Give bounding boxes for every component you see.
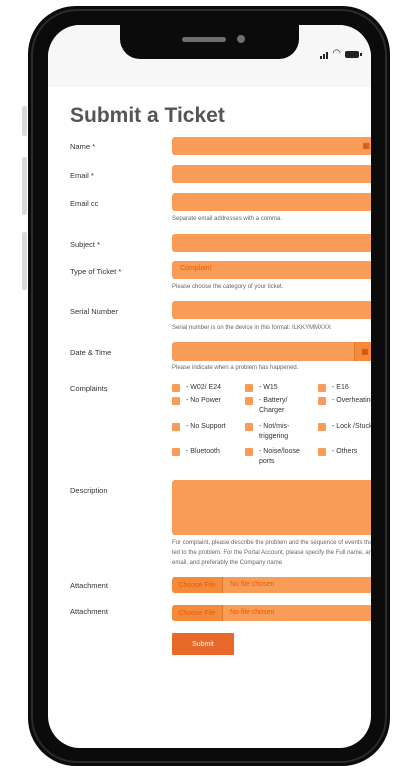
description-help: For complaint, please describe the probl… — [172, 540, 371, 566]
name-input[interactable]: ▦ — [172, 137, 371, 155]
checkbox[interactable] — [245, 384, 253, 392]
subject-input[interactable] — [172, 234, 371, 252]
checkbox[interactable] — [318, 423, 326, 431]
speaker-grill — [182, 37, 226, 42]
serial-input[interactable] — [172, 301, 371, 319]
battery-icon — [345, 51, 362, 58]
serial-help: Serial number is on the device in this f… — [172, 325, 332, 331]
checkbox[interactable] — [245, 397, 253, 405]
choose-file-button[interactable]: Choose File — [172, 577, 223, 593]
subject-label: Subject * — [70, 240, 101, 249]
checkbox[interactable] — [172, 384, 180, 392]
no-file-text: No file chosen — [230, 609, 275, 616]
attachment-input-2[interactable]: Choose File No file chosen — [172, 605, 371, 621]
complaints-label: Complaints — [70, 384, 108, 393]
wifi-icon: ◠ — [332, 48, 341, 59]
calendar-icon[interactable]: ▦ — [354, 342, 371, 361]
choose-file-button[interactable]: Choose File — [172, 605, 223, 621]
checkbox[interactable] — [318, 448, 326, 456]
signal-icon — [320, 52, 329, 59]
checkbox[interactable] — [172, 423, 180, 431]
date-help: Please indicate when a problem has happe… — [172, 365, 299, 371]
attachment-label-2: Attachment — [70, 607, 108, 616]
phone-screen: ◠ Submit a Ticket Name * ▦ Email * Email… — [48, 25, 371, 748]
type-help: Please choose the category of your ticke… — [172, 284, 284, 290]
camera-icon — [237, 35, 245, 43]
type-select[interactable]: Complaint — [172, 261, 371, 279]
phone-notch — [120, 25, 299, 59]
checkbox[interactable] — [318, 397, 326, 405]
type-selected-value: Complaint — [180, 265, 212, 272]
submit-button[interactable]: Submit — [172, 633, 234, 655]
contact-card-icon: ▦ — [362, 141, 370, 150]
attachment-input-1[interactable]: Choose File No file chosen — [172, 577, 371, 593]
attachment-label-1: Attachment — [70, 581, 108, 590]
checkbox[interactable] — [245, 423, 253, 431]
date-label: Date & Time — [70, 348, 112, 357]
name-label: Name * — [70, 142, 96, 151]
checkbox[interactable] — [318, 384, 326, 392]
no-file-text: No file chosen — [230, 581, 275, 588]
description-textarea[interactable] — [172, 480, 371, 535]
serial-label: Serial Number — [70, 307, 118, 316]
checkbox[interactable] — [172, 397, 180, 405]
type-label: Type of Ticket * — [70, 267, 122, 276]
checkbox[interactable] — [172, 448, 180, 456]
email-cc-input[interactable] — [172, 193, 371, 211]
email-label: Email * — [70, 171, 94, 180]
email-input[interactable] — [172, 165, 371, 183]
phone-frame: ◠ Submit a Ticket Name * ▦ Email * Email… — [28, 6, 390, 766]
status-area: ◠ — [48, 25, 371, 87]
status-icons: ◠ — [320, 48, 362, 59]
checkbox[interactable] — [245, 448, 253, 456]
description-label: Description — [70, 486, 108, 495]
page-title: Submit a Ticket — [70, 104, 225, 127]
phone-side-button-2 — [22, 157, 27, 215]
phone-side-button-3 — [22, 232, 27, 290]
email-cc-help: Separate email addresses with a comma. — [172, 216, 283, 222]
phone-side-button-1 — [22, 106, 27, 136]
date-input[interactable]: ▦ — [172, 342, 371, 361]
email-cc-label: Email cc — [70, 199, 99, 208]
